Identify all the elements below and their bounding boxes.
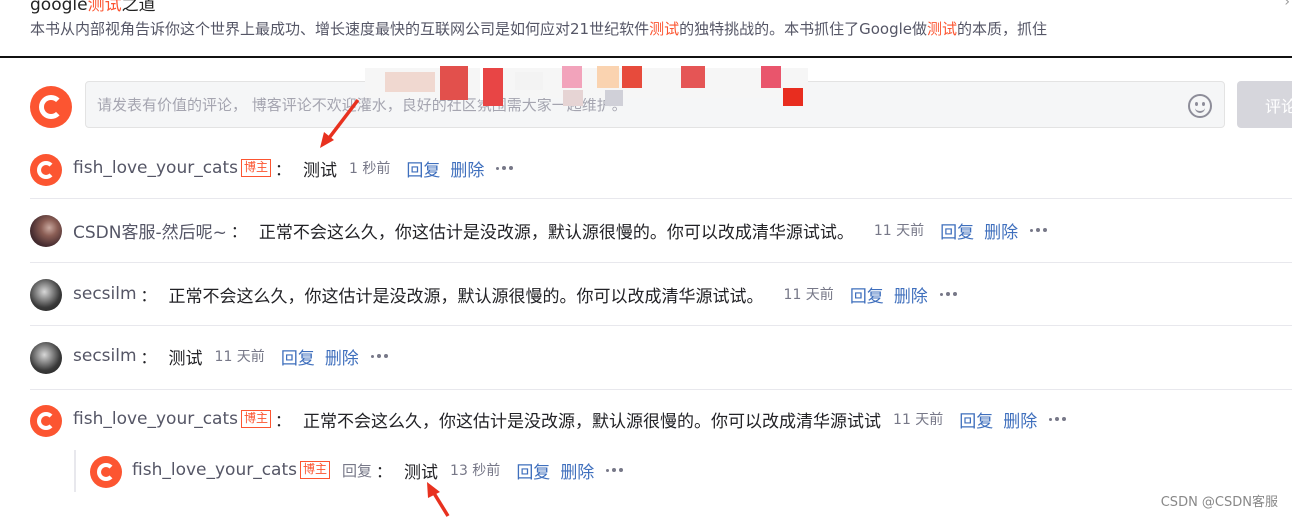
more-icon[interactable] bbox=[370, 354, 388, 358]
delete-button[interactable]: 删除 bbox=[1003, 407, 1037, 432]
reply-button[interactable]: 回复 bbox=[850, 282, 884, 307]
comment-row: CSDN客服-然后呢~ ： 正常不会这么久，你这估计是没改源，默认源很慢的。你可… bbox=[73, 214, 1048, 246]
delete-button[interactable]: 删除 bbox=[450, 156, 484, 181]
reply-button[interactable]: 回复 bbox=[406, 156, 440, 181]
delete-button[interactable]: 删除 bbox=[894, 282, 928, 307]
comment-text: 测试 bbox=[303, 160, 338, 181]
annotation-arrow-icon bbox=[320, 98, 360, 148]
more-icon[interactable] bbox=[939, 292, 957, 296]
reply-label: 回复 bbox=[342, 461, 373, 480]
reply-button[interactable]: 回复 bbox=[940, 218, 974, 243]
title-part: 之道 bbox=[121, 0, 156, 15]
chevron-right-icon[interactable]: › bbox=[1284, 0, 1290, 10]
desc-highlight: 测试 bbox=[649, 20, 680, 38]
comment-text: 正常不会这么久，你这估计是没改源，默认源很慢的。你可以改成清华源试试 bbox=[303, 411, 882, 432]
comment-row: secsilm ： 测试 11 天前 回复 删除 bbox=[73, 340, 388, 372]
colon: ： bbox=[140, 286, 157, 305]
more-icon[interactable] bbox=[496, 166, 514, 170]
comment-time: 11 天前 bbox=[783, 287, 834, 303]
submit-comment-button[interactable]: 评论 bbox=[1237, 81, 1292, 128]
comment-time: 11 天前 bbox=[873, 223, 925, 239]
smile-icon[interactable] bbox=[1188, 94, 1212, 118]
delete-button[interactable]: 删除 bbox=[560, 458, 594, 483]
current-user-avatar bbox=[30, 86, 72, 128]
comment-time: 1 秒前 bbox=[349, 161, 391, 177]
comment-username[interactable]: secsilm bbox=[73, 284, 137, 304]
avatar[interactable] bbox=[30, 342, 62, 374]
avatar[interactable] bbox=[30, 405, 62, 437]
colon: ： bbox=[230, 222, 247, 241]
comment-text: 正常不会这么久，你这估计是没改源，默认源很慢的。你可以改成清华源试试。 bbox=[168, 286, 764, 307]
comment-time: 11 天前 bbox=[893, 412, 944, 428]
colon: ： bbox=[275, 160, 292, 179]
comment-username[interactable]: secsilm bbox=[73, 346, 137, 366]
reply-button[interactable]: 回复 bbox=[516, 458, 550, 483]
reply-button[interactable]: 回复 bbox=[959, 407, 993, 432]
author-badge: 博主 bbox=[241, 159, 272, 177]
desc-part: 的独特挑战的。本书抓住了Google做 bbox=[679, 20, 928, 38]
section-divider bbox=[0, 56, 1292, 58]
article-title[interactable]: google测试之道 bbox=[30, 0, 156, 15]
more-icon[interactable] bbox=[606, 468, 624, 472]
comment-divider bbox=[30, 198, 1292, 199]
title-highlight: 测试 bbox=[87, 0, 122, 15]
author-badge: 博主 bbox=[300, 461, 331, 479]
watermark: CSDN @CSDN客服 bbox=[1160, 495, 1278, 510]
desc-part: 本书从内部视角告诉你这个世界上最成功、增长速度最快的互联网公司是如何应对21世纪… bbox=[30, 20, 650, 38]
comment-divider bbox=[30, 262, 1292, 263]
author-badge: 博主 bbox=[241, 410, 272, 428]
delete-button[interactable]: 删除 bbox=[325, 344, 359, 369]
reply-button[interactable]: 回复 bbox=[281, 344, 315, 369]
comment-time: 11 天前 bbox=[214, 349, 265, 365]
colon: ： bbox=[275, 411, 292, 430]
reply-text: 测试 bbox=[404, 462, 439, 483]
colon: ： bbox=[376, 462, 393, 481]
title-part: google bbox=[30, 0, 88, 15]
comment-row: secsilm ： 正常不会这么久，你这估计是没改源，默认源很慢的。你可以改成清… bbox=[73, 278, 957, 310]
comment-username[interactable]: fish_love_your_cats bbox=[73, 158, 238, 178]
comment-username[interactable]: fish_love_your_cats bbox=[73, 409, 238, 429]
comment-username[interactable]: CSDN客服-然后呢~ bbox=[73, 218, 227, 243]
article-description: 本书从内部视角告诉你这个世界上最成功、增长速度最快的互联网公司是如何应对21世纪… bbox=[30, 18, 1047, 39]
comment-divider bbox=[30, 325, 1292, 326]
delete-button[interactable]: 删除 bbox=[984, 218, 1018, 243]
colon: ： bbox=[140, 348, 157, 367]
comment-text: 测试 bbox=[168, 348, 203, 369]
reply-row: fish_love_your_cats 博主 回复 ： 测试 13 秒前 回复 … bbox=[132, 454, 624, 486]
avatar[interactable] bbox=[90, 456, 122, 488]
more-icon[interactable] bbox=[1049, 417, 1067, 421]
comment-divider bbox=[30, 389, 1292, 390]
avatar[interactable] bbox=[30, 154, 62, 186]
comment-row: fish_love_your_cats 博主 ： 正常不会这么久，你这估计是没改… bbox=[73, 403, 1067, 435]
comment-row: fish_love_your_cats 博主 ： 测试 1 秒前 回复 删除 bbox=[73, 152, 514, 184]
more-icon[interactable] bbox=[1030, 228, 1048, 232]
reply-username[interactable]: fish_love_your_cats bbox=[132, 460, 297, 480]
reply-time: 13 秒前 bbox=[450, 463, 501, 479]
reply-thread-line bbox=[74, 450, 76, 492]
redaction-mosaic bbox=[365, 62, 808, 106]
desc-part: 的本质，抓住 bbox=[957, 20, 1048, 38]
avatar[interactable] bbox=[30, 215, 62, 247]
comment-text: 正常不会这么久，你这估计是没改源，默认源很慢的。你可以改成清华源试试。 bbox=[258, 222, 854, 243]
avatar[interactable] bbox=[30, 279, 62, 311]
desc-highlight: 测试 bbox=[927, 20, 958, 38]
